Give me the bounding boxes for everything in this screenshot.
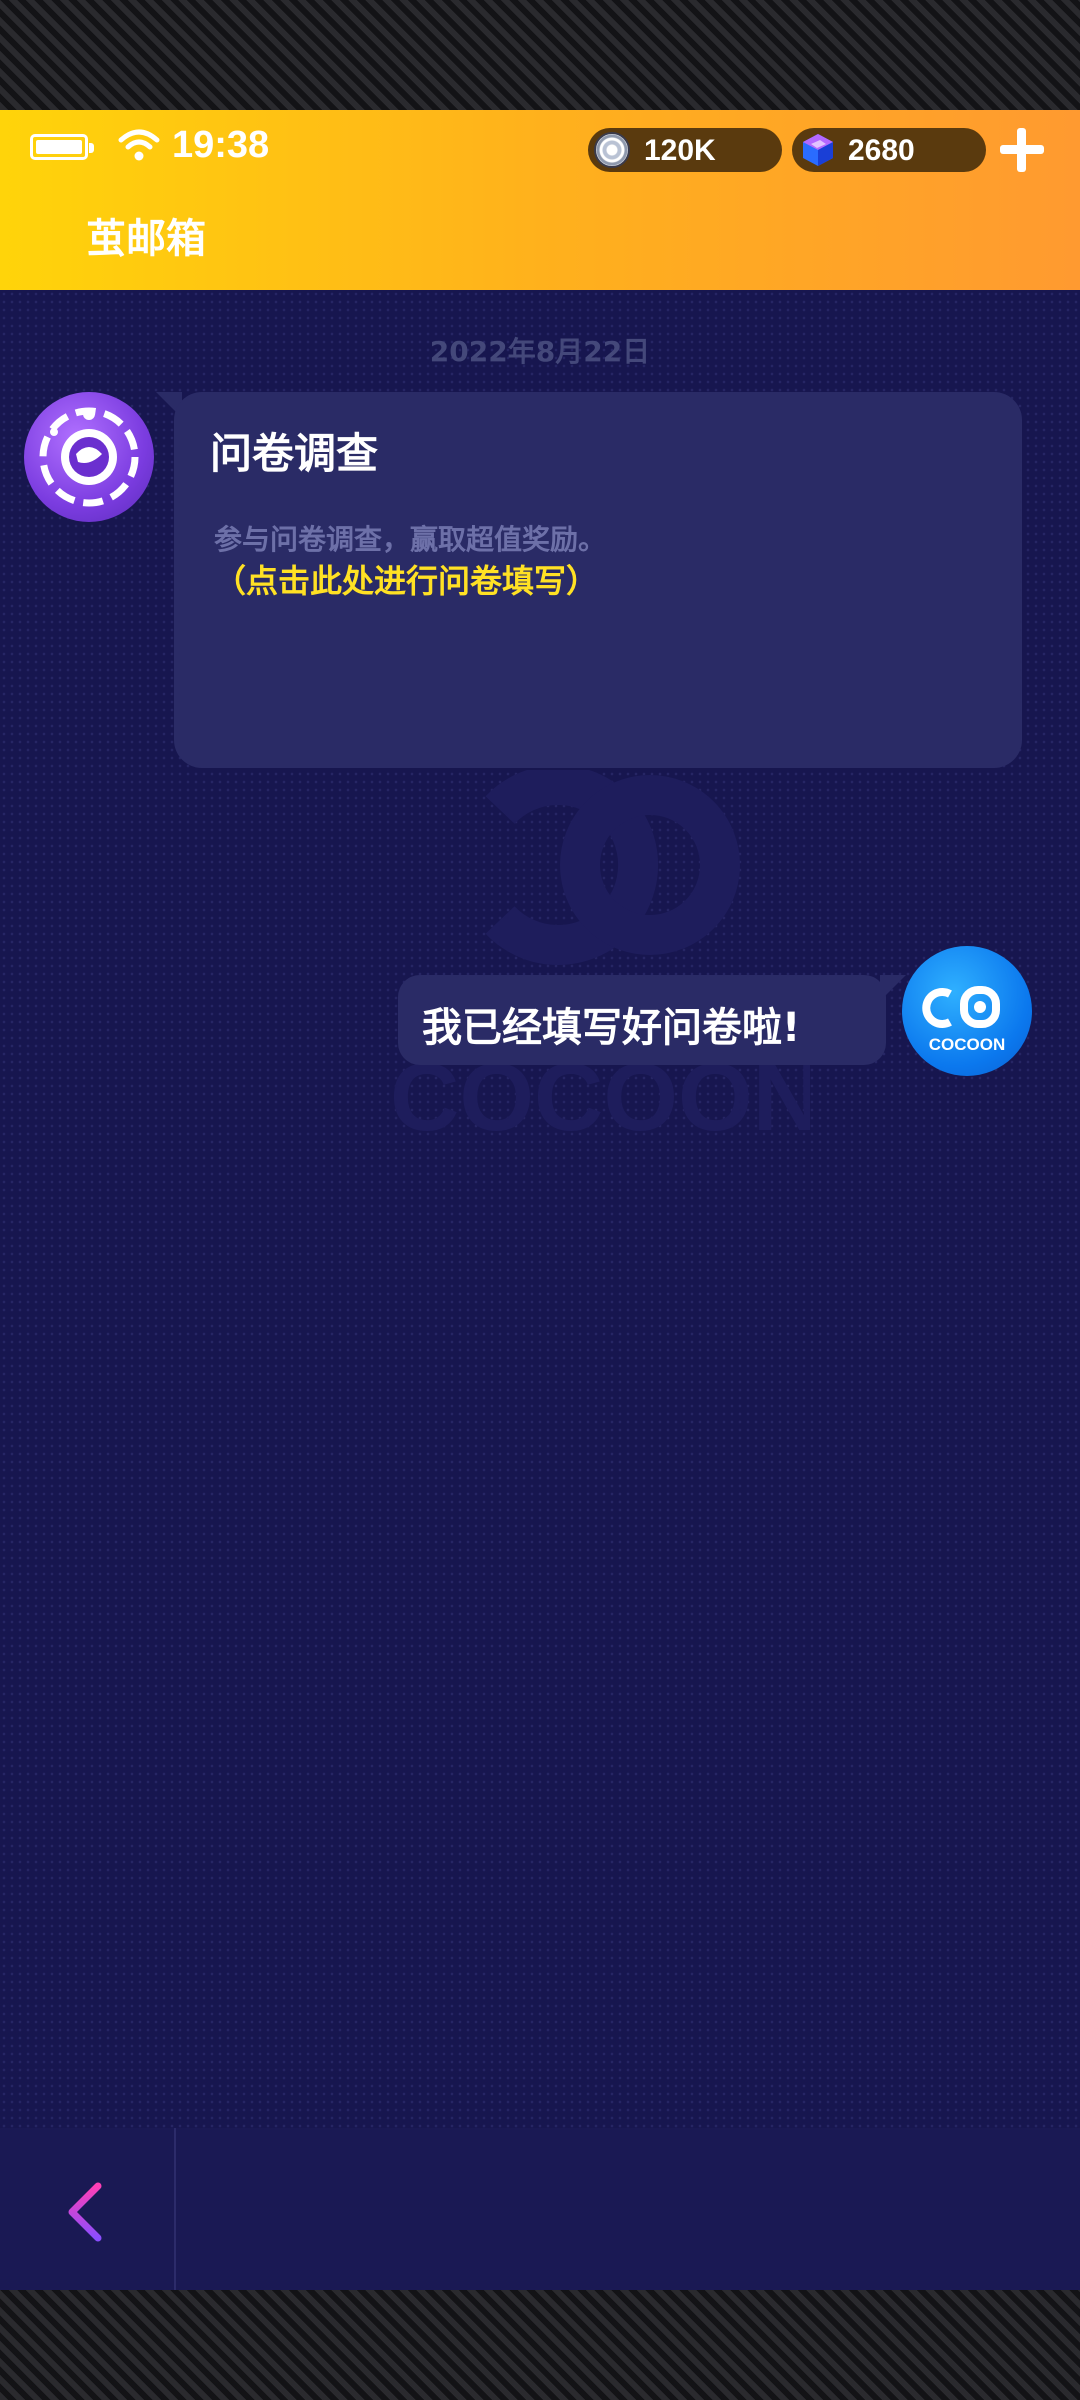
battery-icon bbox=[30, 134, 94, 160]
bottom-toolbar bbox=[0, 2128, 1080, 2290]
gem-icon bbox=[803, 134, 833, 166]
back-button[interactable] bbox=[0, 2128, 176, 2290]
mail-title: 问卷调查 bbox=[210, 429, 379, 478]
coin-count: 120K bbox=[644, 134, 716, 167]
cocoon-logo-icon: COCOON bbox=[922, 986, 1006, 1054]
reply-bubble: 我已经填写好问卷啦! bbox=[398, 975, 886, 1065]
gem-count: 2680 bbox=[848, 134, 915, 167]
survey-mail-card[interactable]: 问卷调查 参与问卷调查，赢取超值奖励。 （点击此处进行问卷填写） bbox=[174, 392, 1022, 768]
bottom-bezel bbox=[0, 2290, 1080, 2400]
chat-area[interactable]: COCOON 2022年8月22日 问卷调查 参与问卷调查，赢取超值奖励。 （点… bbox=[0, 290, 1080, 2128]
add-currency-button[interactable] bbox=[996, 124, 1048, 176]
wifi-icon bbox=[118, 129, 160, 161]
svg-text:COCOON: COCOON bbox=[929, 1035, 1006, 1054]
mail-body: 参与问卷调查，赢取超值奖励。 bbox=[214, 523, 607, 556]
status-time: 19:38 bbox=[172, 124, 270, 166]
app-header: 19:38 120K 2680 茧邮箱 bbox=[0, 110, 1080, 290]
sender-avatar[interactable] bbox=[24, 392, 154, 522]
planet-emblem-icon bbox=[39, 407, 139, 507]
reply-text: 我已经填写好问卷啦! bbox=[422, 1005, 801, 1051]
user-avatar[interactable]: COCOON bbox=[902, 946, 1032, 1076]
page-title: 茧邮箱 bbox=[86, 216, 206, 262]
chevron-left-icon bbox=[68, 2182, 102, 2242]
coin-icon bbox=[594, 132, 630, 168]
conversation-date: 2022年8月22日 bbox=[429, 335, 651, 368]
coin-balance[interactable]: 120K bbox=[588, 128, 782, 172]
top-bezel bbox=[0, 0, 1080, 110]
reply-bubble-tail bbox=[880, 975, 906, 1001]
survey-link[interactable]: （点击此处进行问卷填写） bbox=[214, 556, 598, 602]
gem-balance[interactable]: 2680 bbox=[792, 128, 986, 172]
cocoon-watermark-icon: COCOON bbox=[390, 770, 810, 1150]
